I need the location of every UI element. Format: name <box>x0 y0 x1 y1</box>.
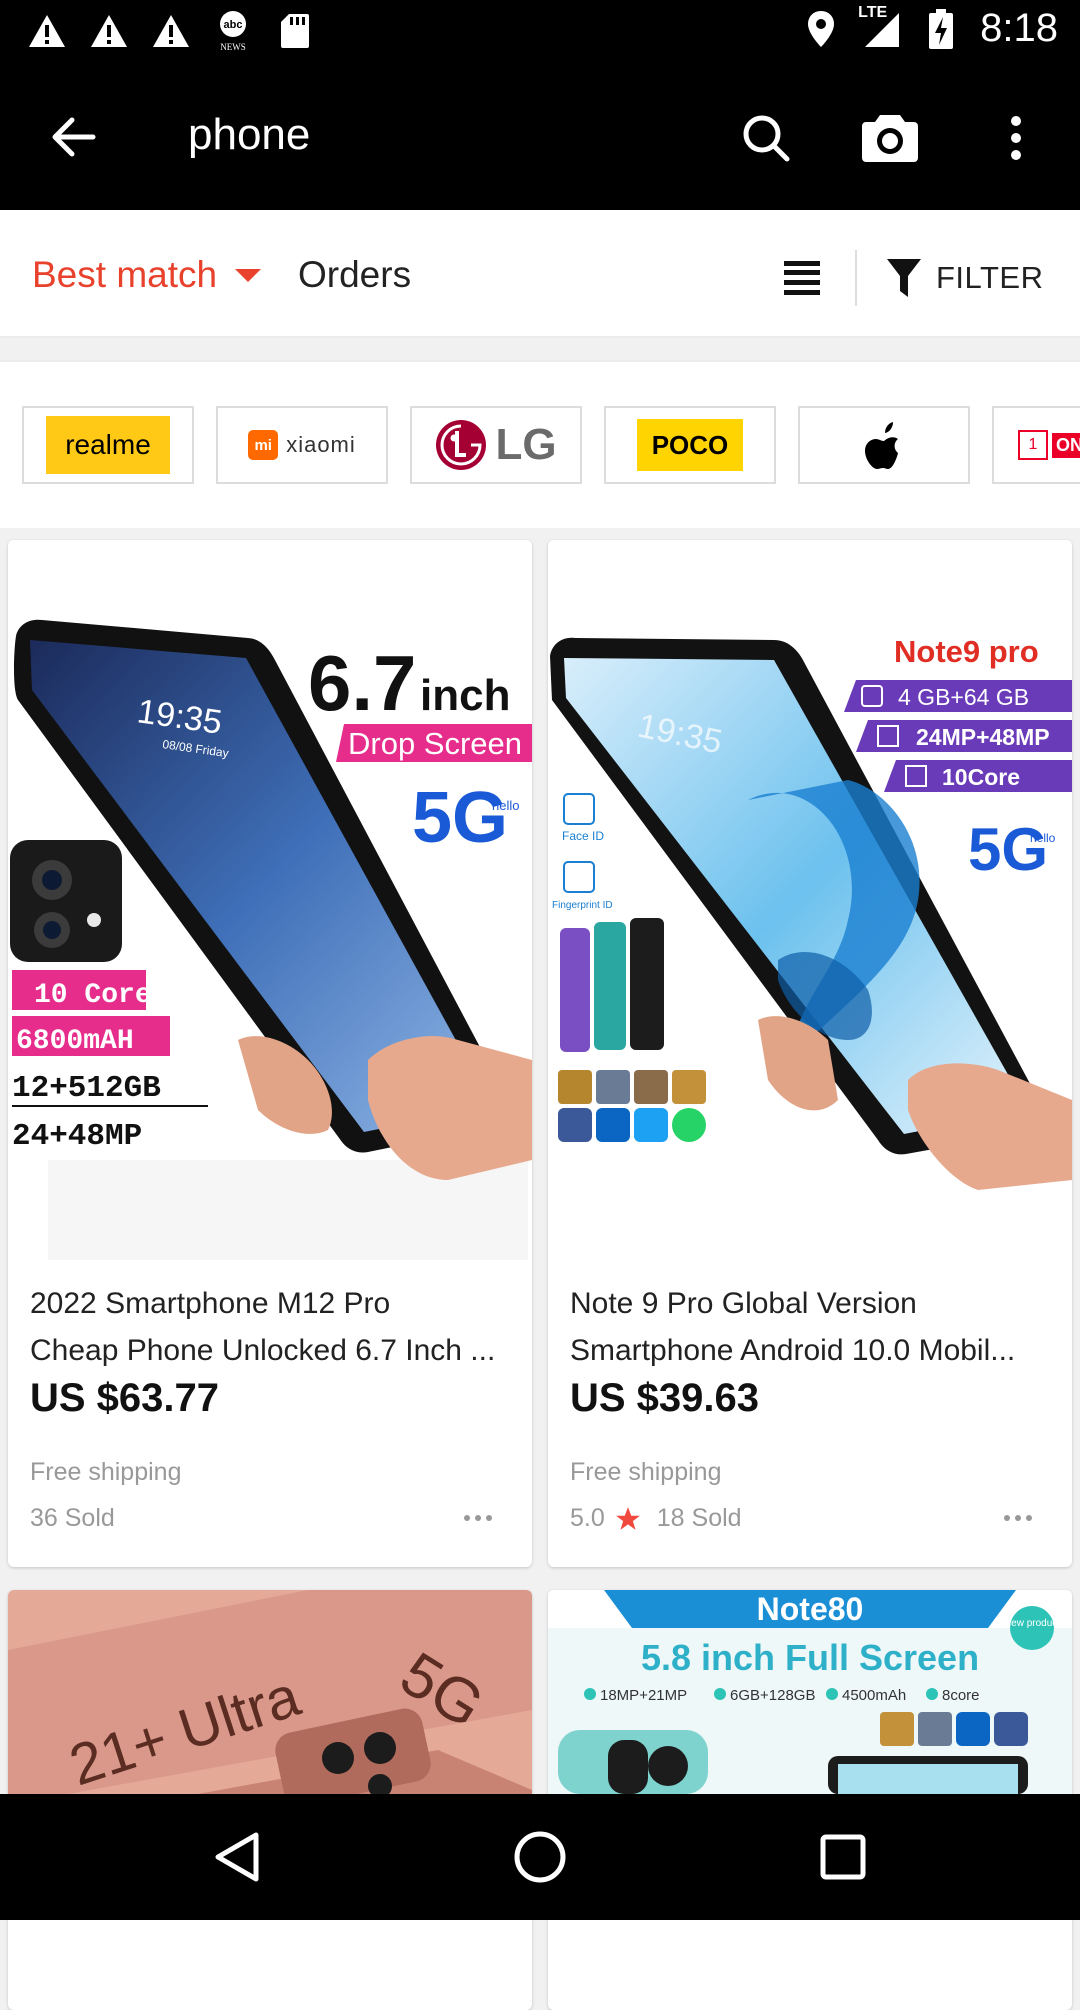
brand-lg-label: LG <box>495 420 557 469</box>
brand-realme[interactable]: realme <box>22 406 194 484</box>
divider <box>855 250 857 306</box>
product-image[interactable]: 21+ Ultra 5G <box>8 1590 532 1794</box>
product-price: US $63.77 <box>30 1376 220 1420</box>
product-card[interactable]: 19:35 Note9 pro 4 GB+64 GB 24MP+48MP 10C… <box>548 540 1072 1567</box>
product-title-line: Note 9 Pro Global Version <box>570 1287 917 1320</box>
search-query-field[interactable]: phone <box>188 110 310 160</box>
clock: 8:18 <box>980 6 1058 50</box>
product-title-line: Smartphone Android 10.0 Mobil... <box>570 1334 1016 1367</box>
brand-apple[interactable] <box>798 406 970 484</box>
signal-icon: LTE <box>858 4 902 50</box>
brand-strip: realme mi xiaomi LG POCO 1 ON <box>0 360 1080 528</box>
sort-best-match-label: Best match <box>32 254 218 295</box>
camera-icon[interactable] <box>858 106 922 170</box>
spec-battery: 6800mAH <box>16 1026 134 1057</box>
oneplus-logo-icon: 1 <box>1018 430 1048 460</box>
brand-oneplus[interactable]: 1 ON <box>992 406 1080 484</box>
status-bar: abc NEWS LTE 8:18 <box>0 0 1080 64</box>
star-icon <box>615 1506 640 1530</box>
product-card[interactable]: 19:35 08/08 Friday 6.7 inch Drop Screen … <box>8 540 532 1567</box>
location-icon <box>800 8 842 50</box>
battery-charging-icon <box>920 8 962 50</box>
filter-label: FILTER <box>936 260 1044 295</box>
headline-text: 5.8 inch Full Screen <box>641 1637 979 1678</box>
spec-battery: 4500mAh <box>842 1687 906 1704</box>
system-nav-bar <box>0 1794 1080 1920</box>
spec-cores: 10Core <box>942 764 1020 790</box>
more-horiz-icon[interactable] <box>1000 1506 1036 1530</box>
brand-poco[interactable]: POCO <box>604 406 776 484</box>
brand-xiaomi-label: xiaomi <box>286 432 356 457</box>
fingerprint-id-label: Fingerprint ID <box>552 900 613 911</box>
product-image[interactable]: 19:35 08/08 Friday 6.7 inch Drop Screen … <box>8 540 532 1262</box>
warning-icon <box>88 10 130 52</box>
brand-realme-label: realme <box>65 429 151 460</box>
network-type-label: LTE <box>858 3 888 21</box>
model-name-text: Note9 pro <box>894 634 1039 669</box>
abc-news-icon: abc NEWS <box>212 10 254 52</box>
screen-size-text: 6.7 <box>308 639 416 727</box>
more-horiz-icon[interactable] <box>460 1506 496 1530</box>
5g-badge: 5G <box>412 778 508 858</box>
chevron-down-icon <box>235 268 262 282</box>
shipping-label: Free shipping <box>30 1458 182 1486</box>
new-product-badge: New product <box>1004 1618 1060 1629</box>
filter-funnel-icon <box>887 259 921 297</box>
sd-card-icon <box>274 10 316 52</box>
spec-storage: 12+512GB <box>12 1071 161 1106</box>
mi-logo-icon: mi <box>248 430 279 460</box>
spec-cores: 8core <box>942 1687 980 1704</box>
product-title-line: Cheap Phone Unlocked 6.7 Inch ... <box>30 1334 496 1367</box>
rating-value: 5.0 <box>570 1504 605 1532</box>
sold-label: 36 Sold <box>30 1504 115 1532</box>
sort-best-match-dropdown[interactable]: Best match <box>32 254 262 296</box>
product-image[interactable]: 19:35 Note9 pro 4 GB+64 GB 24MP+48MP 10C… <box>548 540 1072 1262</box>
spec-camera: 18MP+21MP <box>600 1687 687 1704</box>
back-arrow-icon[interactable] <box>42 106 104 168</box>
brand-lg[interactable]: LG <box>410 406 582 484</box>
more-vert-icon[interactable] <box>996 106 1036 170</box>
search-icon[interactable] <box>736 108 796 168</box>
brand-xiaomi[interactable]: mi xiaomi <box>216 406 388 484</box>
drop-screen-text: Drop Screen <box>348 726 522 761</box>
hello-text: hello <box>1030 831 1056 845</box>
spec-memory: 4 GB+64 GB <box>898 684 1029 710</box>
product-title[interactable]: Note 9 Pro Global Version Smartphone And… <box>570 1280 1060 1374</box>
screen-size-unit: inch <box>420 671 510 720</box>
product-title[interactable]: 2022 Smartphone M12 Pro Cheap Phone Unlo… <box>30 1280 520 1374</box>
home-circle-icon[interactable] <box>507 1824 573 1890</box>
rating-and-sold: 5.0 18 Sold <box>570 1504 742 1533</box>
product-image[interactable]: Note80 New product 5.8 inch Full Screen … <box>548 1590 1072 1794</box>
warning-icon <box>150 10 192 52</box>
filter-button[interactable]: FILTER <box>886 250 1044 306</box>
sold-count: 36 Sold <box>30 1504 115 1533</box>
spec-camera: 24+48MP <box>12 1119 142 1154</box>
search-toolbar: phone <box>0 64 1080 210</box>
shipping-label: Free shipping <box>570 1458 722 1486</box>
apple-logo-icon <box>865 422 898 469</box>
sort-orders-tab[interactable]: Orders <box>298 254 411 296</box>
back-triangle-icon[interactable] <box>204 1824 270 1890</box>
model-name-text: Note80 <box>757 1591 864 1627</box>
svg-text:abc: abc <box>224 19 243 31</box>
product-price: US $39.63 <box>570 1376 760 1420</box>
spec-memory: 6GB+128GB <box>730 1687 815 1704</box>
product-title-line: 2022 Smartphone M12 Pro <box>30 1287 391 1320</box>
sort-bar: Best match Orders FILTER <box>0 210 1080 338</box>
list-view-icon[interactable] <box>778 254 826 302</box>
5g-badge: 5G <box>968 816 1048 883</box>
spec-cores: 10 Core <box>34 980 152 1011</box>
svg-text:NEWS: NEWS <box>220 42 246 52</box>
spec-camera: 24MP+48MP <box>916 724 1050 750</box>
sold-label: 18 Sold <box>656 1504 742 1532</box>
lg-logo-icon <box>436 420 487 470</box>
hello-text: hello <box>492 798 519 813</box>
brand-oneplus-label: ON <box>1052 432 1080 458</box>
brand-poco-label: POCO <box>651 429 729 460</box>
face-id-label: Face ID <box>562 829 604 843</box>
warning-icon <box>26 10 68 52</box>
recents-square-icon[interactable] <box>810 1824 876 1890</box>
